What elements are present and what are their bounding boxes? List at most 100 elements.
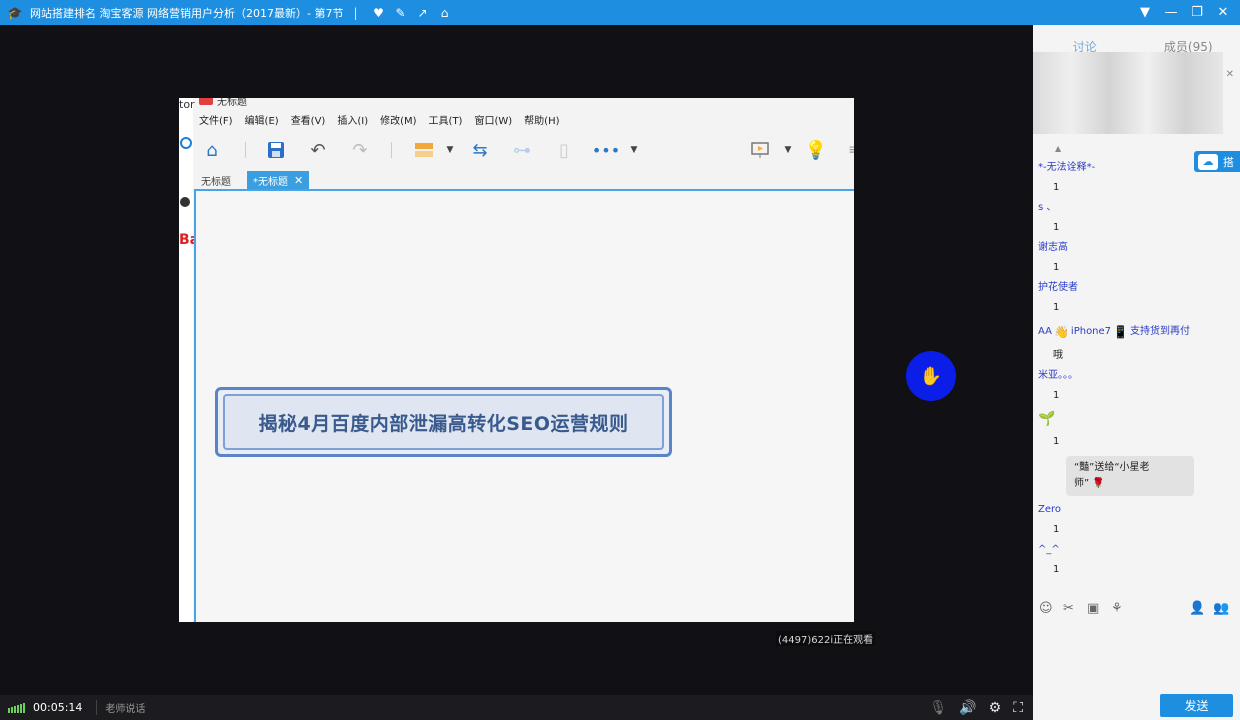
- edit-icon[interactable]: ✎: [390, 2, 412, 24]
- image-icon[interactable]: ▣: [1087, 601, 1099, 616]
- menu-modify[interactable]: 修改(M): [380, 112, 416, 127]
- list-item: s 、 1: [1033, 198, 1240, 238]
- video-stage: tor Ba 无标题 文件(F) 编辑(E) 查看(V) 插入(I) 修改(M)…: [0, 25, 1033, 695]
- message-body: 哦: [1053, 350, 1063, 361]
- sender-name[interactable]: 米亚。。。: [1033, 366, 1240, 386]
- flower-icon[interactable]: ⚘: [1111, 601, 1123, 616]
- undo-icon[interactable]: ↶: [305, 137, 331, 163]
- restore-button[interactable]: ❐: [1184, 2, 1210, 24]
- list-item: 谢志高 1: [1033, 238, 1240, 278]
- rose-icon: 🌹: [1092, 478, 1105, 489]
- dropdown-menu-icon[interactable]: ▼: [1132, 2, 1158, 24]
- microphone-icon[interactable]: 🎙: [929, 700, 947, 716]
- menu-insert[interactable]: 插入(I): [337, 112, 368, 127]
- document-tabs: 无标题 *无标题 ✕: [195, 171, 310, 189]
- sender-name[interactable]: ^_^: [1033, 540, 1240, 560]
- mindmap-canvas[interactable]: 揭秘4月百度内部泄漏高转化SEO运营规则: [194, 189, 854, 622]
- browser-icon: [180, 137, 192, 149]
- fire-hand-icon: 👋: [1053, 325, 1069, 339]
- shared-screen-window: tor Ba 无标题 文件(F) 编辑(E) 查看(V) 插入(I) 修改(M)…: [179, 98, 854, 622]
- relation-icon[interactable]: ⇆: [467, 137, 493, 163]
- sender-name-extra2: 支持货到再付: [1130, 326, 1190, 337]
- home-icon[interactable]: ⌂: [434, 2, 456, 24]
- gift-line-2-row: 师” 🌹: [1074, 476, 1186, 492]
- emoji-icon[interactable]: ☺: [1039, 601, 1053, 616]
- laser-pointer: ✋: [906, 351, 956, 401]
- graduation-cap-icon: 🎓: [7, 5, 23, 20]
- style-dropdown-icon[interactable]: ▼: [437, 137, 463, 163]
- menu-help[interactable]: 帮助(H): [524, 112, 559, 127]
- menu-edit[interactable]: 编辑(E): [245, 112, 279, 127]
- tab-label: *无标题: [253, 176, 288, 188]
- presentation-icon[interactable]: [747, 137, 773, 163]
- sprout-icon: 🌱: [1038, 411, 1056, 427]
- share-icon[interactable]: ↗: [412, 2, 434, 24]
- more-dropdown-icon[interactable]: ▼: [621, 137, 647, 163]
- hand-cursor-icon: ✋: [919, 365, 943, 387]
- minimize-button[interactable]: —: [1158, 2, 1184, 24]
- settings-icon[interactable]: ⚙: [989, 700, 1002, 716]
- app-toolbar: ⌂ ↶ ↷ ▼ ⇆ ⊶ ▯ ••• ▼ ▼ 💡 ≡: [193, 134, 854, 166]
- list-item: Zero 1: [1033, 500, 1240, 540]
- message-body: 1: [1053, 302, 1060, 313]
- topic-inner-box: 揭秘4月百度内部泄漏高转化SEO运营规则: [223, 394, 664, 450]
- title-separator: |: [353, 5, 358, 20]
- lightbulb-icon[interactable]: 💡: [803, 137, 829, 163]
- elapsed-time: 00:05:14: [33, 701, 83, 714]
- overflow-icon[interactable]: ≡: [841, 137, 854, 163]
- menu-file[interactable]: 文件(F): [199, 112, 233, 127]
- close-button[interactable]: ✕: [1210, 2, 1236, 24]
- close-tab-icon[interactable]: ✕: [294, 174, 303, 187]
- window-controls: ▼ — ❐ ✕: [1132, 0, 1236, 25]
- save-icon[interactable]: [263, 137, 289, 163]
- chat-panel: 讨论 成员(95) ✕ ▲ ☁ 搭 *-无法诠释*- 1 s 、 1 谢志高 1…: [1033, 25, 1240, 720]
- sender-name-row: AA 👋 iPhone7 📱 支持货到再付: [1033, 318, 1240, 346]
- sender-name-extra: iPhone7: [1070, 326, 1112, 337]
- gift-line-2: 师”: [1074, 478, 1090, 489]
- sender-name[interactable]: Zero: [1033, 500, 1240, 520]
- playback-controls: 🎙 🔊 ⚙ ⛶: [929, 695, 1023, 720]
- gift-notice: “豔”送给“小星老 师” 🌹: [1066, 456, 1194, 496]
- menu-tools[interactable]: 工具(T): [429, 112, 463, 127]
- list-item: ^_^ 1: [1033, 540, 1240, 580]
- list-item: 🌱 1: [1033, 406, 1240, 452]
- sender-name[interactable]: s 、: [1033, 198, 1240, 218]
- menu-window[interactable]: 窗口(W): [474, 112, 512, 127]
- close-banner-icon[interactable]: ✕: [1226, 69, 1234, 80]
- presentation-dropdown-icon[interactable]: ▼: [775, 137, 801, 163]
- home-icon[interactable]: ⌂: [199, 137, 225, 163]
- fullscreen-icon[interactable]: ⛶: [1013, 700, 1023, 716]
- chat-input-toolbar: ☺ ✂ ▣ ⚘ 👤 👥: [1033, 599, 1240, 621]
- user-icon[interactable]: 👤: [1189, 601, 1205, 616]
- note-icon[interactable]: ▯: [551, 137, 577, 163]
- sender-name[interactable]: AA: [1038, 322, 1052, 342]
- topic-text: 揭秘4月百度内部泄漏高转化SEO运营规则: [258, 412, 629, 435]
- message-body: 1: [1053, 262, 1060, 273]
- scroll-up-icon[interactable]: ▲: [1055, 144, 1061, 153]
- redo-icon[interactable]: ↷: [347, 137, 373, 163]
- toolbar-divider: [245, 142, 246, 158]
- scissors-icon[interactable]: ✂: [1063, 601, 1074, 616]
- blurred-banner: [1033, 52, 1223, 134]
- menu-view[interactable]: 查看(V): [291, 112, 326, 127]
- sender-name[interactable]: *-无法诠释*-: [1033, 158, 1240, 178]
- sender-name[interactable]: 谢志高: [1033, 238, 1240, 258]
- playback-bar: 00:05:14 老师说话 🎙 🔊 ⚙ ⛶: [0, 695, 1033, 720]
- message-body: 1: [1053, 182, 1060, 193]
- sender-name[interactable]: 护花使者: [1033, 278, 1240, 298]
- more-icon[interactable]: •••: [592, 137, 620, 163]
- message-body: 1: [1053, 436, 1060, 447]
- tab-untitled-modified[interactable]: *无标题 ✕: [247, 171, 310, 189]
- send-button[interactable]: 发送: [1160, 694, 1233, 717]
- tab-untitled[interactable]: 无标题: [195, 171, 237, 189]
- volume-icon[interactable]: 🔊: [959, 700, 976, 716]
- style-icon[interactable]: [411, 137, 437, 163]
- mindmap-central-topic[interactable]: 揭秘4月百度内部泄漏高转化SEO运营规则: [215, 387, 672, 457]
- menu-bar: 文件(F) 编辑(E) 查看(V) 插入(I) 修改(M) 工具(T) 窗口(W…: [199, 112, 572, 127]
- link-icon[interactable]: ⊶: [509, 137, 535, 163]
- list-item: 护花使者 1: [1033, 278, 1240, 318]
- users-icon[interactable]: 👥: [1213, 601, 1229, 616]
- heart-icon[interactable]: ♥: [368, 2, 390, 24]
- list-item: 米亚。。。 1: [1033, 366, 1240, 406]
- message-body: 1: [1053, 390, 1060, 401]
